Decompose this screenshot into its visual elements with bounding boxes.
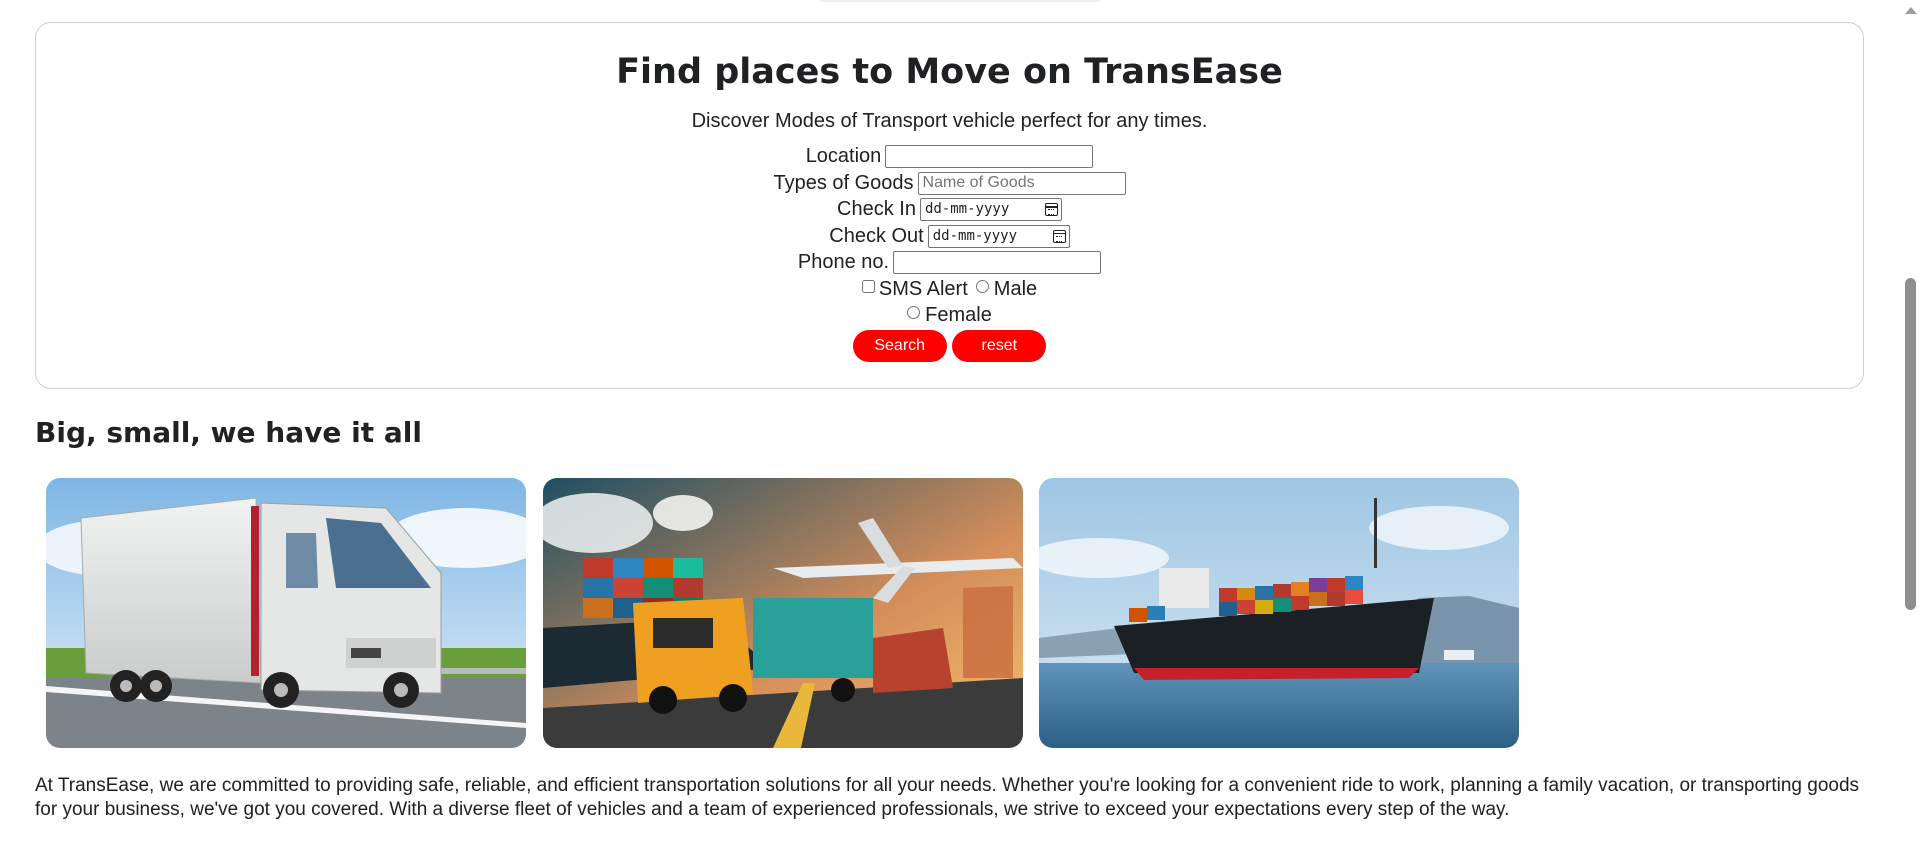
checkout-date-value: dd-mm-yyyy bbox=[932, 227, 1018, 244]
about-paragraph: At TransEase, we are committed to provid… bbox=[35, 775, 1860, 820]
sms-alert-label: SMS Alert bbox=[878, 277, 968, 300]
container-ship-image bbox=[1039, 478, 1519, 748]
female-row: Female bbox=[36, 302, 1863, 329]
checkin-row: Check In dd-mm-yyyy bbox=[36, 196, 1863, 223]
truck-image bbox=[46, 478, 526, 748]
goods-label: Types of Goods bbox=[773, 171, 914, 194]
checkout-date-input[interactable]: dd-mm-yyyy bbox=[927, 224, 1070, 248]
female-radio[interactable] bbox=[907, 306, 921, 319]
search-card: Find places to Move on TransEase Discove… bbox=[35, 22, 1864, 389]
calendar-icon[interactable] bbox=[1044, 203, 1058, 217]
sms-alert-checkbox[interactable] bbox=[861, 279, 875, 293]
section-title: Big, small, we have it all bbox=[35, 416, 422, 449]
search-button[interactable]: Search bbox=[852, 329, 947, 362]
reset-button[interactable]: reset bbox=[952, 329, 1047, 362]
scroll-up-arrow-icon[interactable] bbox=[1905, 7, 1917, 14]
goods-input[interactable] bbox=[917, 171, 1126, 195]
phone-input[interactable] bbox=[893, 251, 1102, 275]
search-form: Location Types of Goods Check In dd-mm-yy… bbox=[36, 143, 1863, 362]
checkin-date-value: dd-mm-yyyy bbox=[924, 201, 1010, 218]
page-title: Find places to Move on TransEase bbox=[616, 52, 1283, 92]
location-input[interactable] bbox=[885, 145, 1094, 169]
male-label: Male bbox=[993, 277, 1038, 300]
cargo-logistics-image bbox=[543, 478, 1023, 748]
phone-row: Phone no. bbox=[36, 249, 1863, 276]
button-row: Search reset bbox=[36, 329, 1863, 362]
truck-illustration bbox=[46, 478, 526, 748]
female-label: Female bbox=[925, 304, 992, 326]
checkin-date-input[interactable]: dd-mm-yyyy bbox=[919, 198, 1062, 222]
options-row: SMS Alert Male bbox=[36, 276, 1863, 303]
calendar-icon[interactable] bbox=[1052, 229, 1066, 243]
phone-label: Phone no. bbox=[797, 251, 890, 273]
ship-illustration bbox=[1039, 478, 1519, 748]
page: Find places to Move on TransEase Discove… bbox=[0, 0, 1900, 863]
top-tab-edge bbox=[820, 0, 1100, 2]
male-radio[interactable] bbox=[975, 279, 989, 293]
checkout-row: Check Out dd-mm-yyyy bbox=[36, 223, 1863, 250]
page-subtitle: Discover Modes of Transport vehicle perf… bbox=[691, 110, 1208, 132]
goods-row: Types of Goods bbox=[36, 170, 1863, 197]
location-row: Location bbox=[36, 143, 1863, 170]
checkin-label: Check In bbox=[837, 198, 916, 220]
scrollbar-thumb[interactable] bbox=[1905, 278, 1916, 610]
location-label: Location bbox=[805, 145, 882, 167]
checkout-label: Check Out bbox=[829, 224, 924, 247]
cargo-illustration bbox=[543, 478, 1023, 748]
